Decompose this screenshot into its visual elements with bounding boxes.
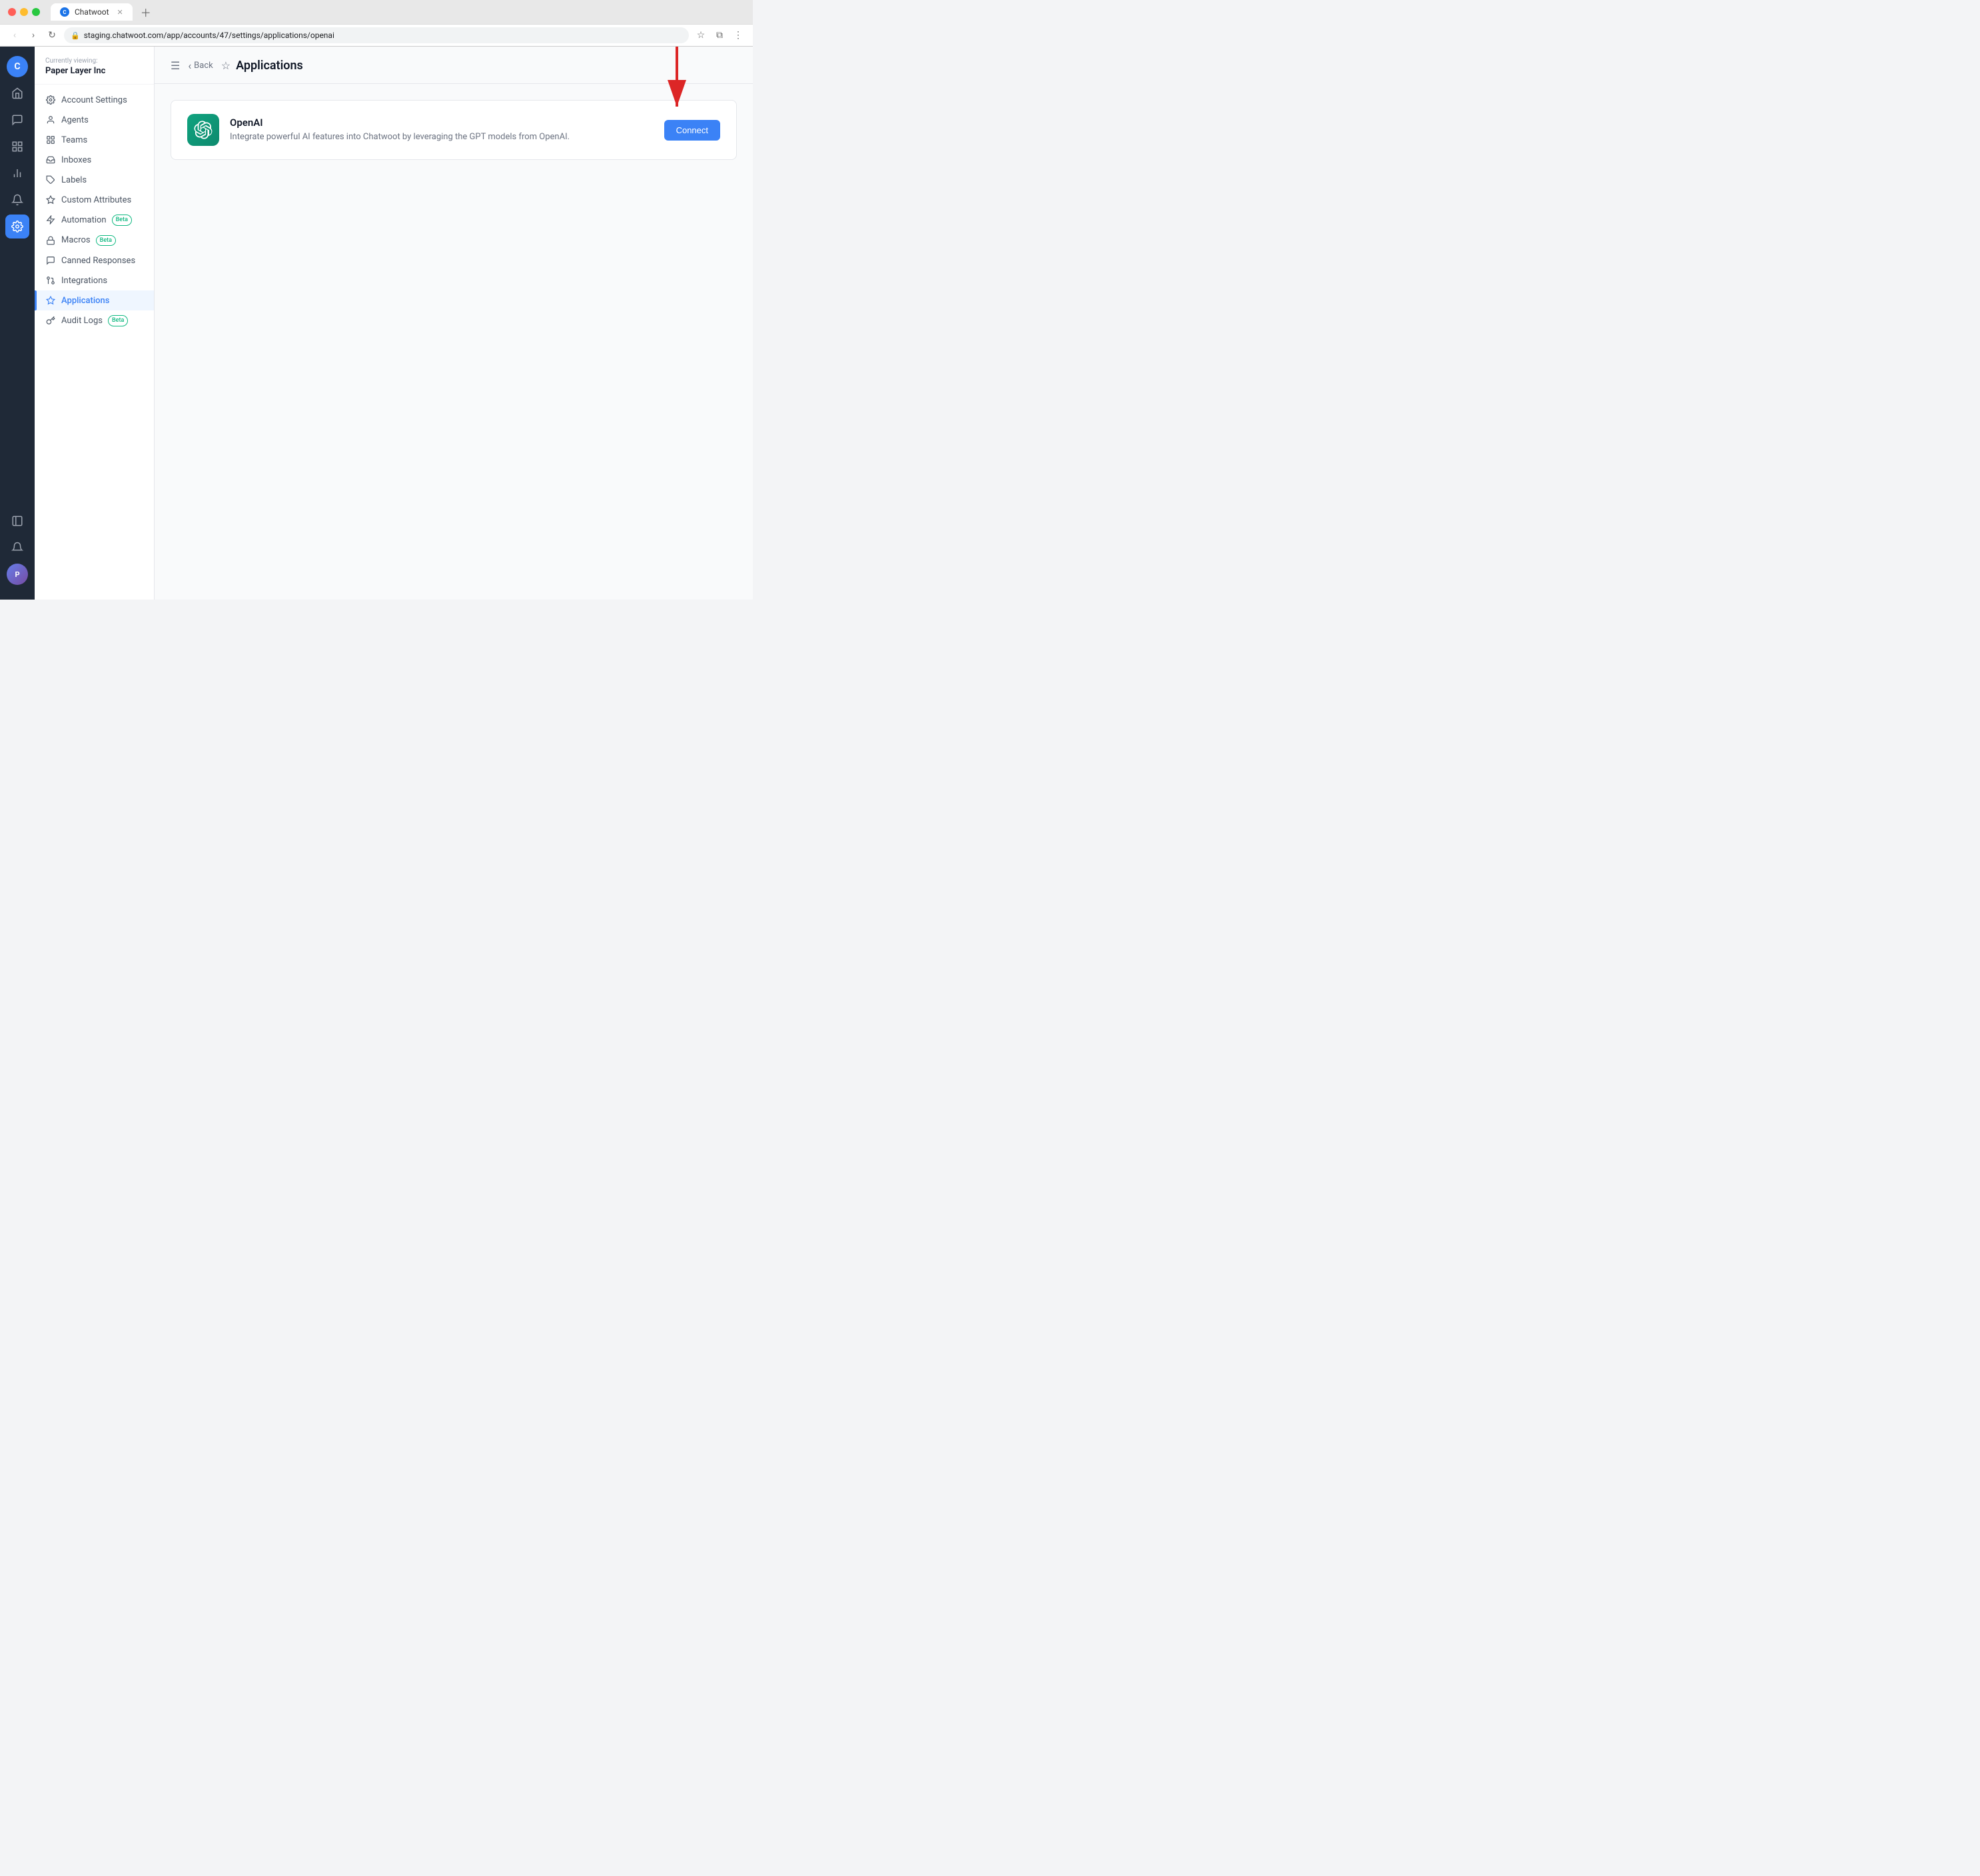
audit-logs-icon: [45, 315, 56, 326]
nav-item-account-settings[interactable]: Account Settings: [35, 90, 154, 110]
forward-nav-button[interactable]: ›: [27, 29, 40, 42]
nav-label-labels: Labels: [61, 175, 87, 185]
labels-icon: [45, 175, 56, 185]
sidebar-icon-reports[interactable]: [5, 161, 29, 185]
inboxes-icon: [45, 155, 56, 165]
icon-sidebar: C: [0, 47, 35, 600]
minimize-button[interactable]: [20, 8, 28, 16]
nav-label-integrations: Integrations: [61, 276, 107, 286]
app-name: OpenAI: [230, 117, 654, 129]
address-bar[interactable]: 🔒 staging.chatwoot.com/app/accounts/47/s…: [64, 27, 689, 43]
agents-icon: [45, 115, 56, 125]
tab-favicon: C: [60, 7, 69, 17]
page-header: ☰ ‹ Back ☆ Applications: [155, 47, 753, 84]
nav-label-macros: Macros: [61, 235, 91, 245]
back-label: Back: [194, 61, 213, 71]
content-area: OpenAI Integrate powerful AI features in…: [155, 84, 753, 176]
app-layout: C: [0, 47, 753, 600]
nav-item-labels[interactable]: Labels: [35, 170, 154, 190]
custom-attributes-icon: [45, 195, 56, 205]
macros-badge: Beta: [96, 235, 116, 246]
sidebar-icon-logo: C: [5, 55, 29, 79]
openai-app-card: OpenAI Integrate powerful AI features in…: [171, 100, 737, 160]
macros-icon: [45, 235, 56, 246]
sidebar-icon-notifications[interactable]: [5, 188, 29, 212]
sidebar-icon-bell[interactable]: [5, 536, 29, 560]
app-info: OpenAI Integrate powerful AI features in…: [230, 117, 654, 143]
nav-item-custom-attributes[interactable]: Custom Attributes: [35, 190, 154, 210]
app-card-wrapper: OpenAI Integrate powerful AI features in…: [171, 100, 737, 160]
url-text: staging.chatwoot.com/app/accounts/47/set…: [84, 31, 334, 40]
user-avatar: P: [7, 564, 28, 585]
account-settings-icon: [45, 95, 56, 105]
app-description: Integrate powerful AI features into Chat…: [230, 131, 654, 143]
bookmark-star-icon[interactable]: ☆: [221, 59, 231, 72]
menu-toggle-icon[interactable]: ☰: [171, 59, 180, 72]
org-name: Paper Layer Inc: [45, 66, 143, 76]
nav-item-teams[interactable]: Teams: [35, 130, 154, 150]
bookmarks-icon[interactable]: ☆: [694, 29, 708, 42]
nav-item-inboxes[interactable]: Inboxes: [35, 150, 154, 170]
nav-item-automation[interactable]: Automation Beta: [35, 210, 154, 231]
page-title: Applications: [236, 59, 303, 73]
back-chevron-icon: ‹: [188, 59, 191, 72]
automation-icon: [45, 215, 56, 225]
left-nav: Currently viewing: Paper Layer Inc Accou…: [35, 47, 155, 600]
nav-item-canned-responses[interactable]: Canned Responses: [35, 250, 154, 270]
browser-tab[interactable]: C Chatwoot ✕: [51, 3, 133, 21]
nav-item-applications[interactable]: Applications: [35, 290, 154, 310]
back-link[interactable]: ‹ Back: [188, 59, 213, 72]
lock-icon: 🔒: [71, 31, 80, 40]
applications-icon: [45, 295, 56, 306]
back-nav-button[interactable]: ‹: [8, 29, 21, 42]
left-nav-header: Currently viewing: Paper Layer Inc: [35, 47, 154, 85]
maximize-button[interactable]: [32, 8, 40, 16]
new-tab-icon[interactable]: ＋: [141, 4, 151, 20]
currently-viewing-label: Currently viewing:: [45, 57, 143, 65]
nav-item-integrations[interactable]: Integrations: [35, 270, 154, 290]
sidebar-icon-expand[interactable]: [5, 509, 29, 533]
canned-responses-icon: [45, 255, 56, 266]
page-title-area: ☆ Applications: [221, 59, 303, 73]
sidebar-icon-avatar[interactable]: P: [5, 562, 29, 586]
teams-icon: [45, 135, 56, 145]
tab-title: Chatwoot: [75, 7, 109, 17]
nav-label-applications: Applications: [61, 296, 110, 306]
reload-button[interactable]: ↻: [45, 29, 59, 42]
audit-logs-badge: Beta: [108, 315, 128, 326]
nav-item-audit-logs[interactable]: Audit Logs Beta: [35, 310, 154, 331]
nav-label-teams: Teams: [61, 135, 87, 145]
nav-label-custom-attributes: Custom Attributes: [61, 195, 131, 205]
close-tab-icon[interactable]: ✕: [117, 8, 123, 17]
extensions-icon[interactable]: ⧉: [713, 29, 726, 42]
sidebar-icon-home[interactable]: [5, 81, 29, 105]
nav-label-account-settings: Account Settings: [61, 95, 127, 105]
connect-button[interactable]: Connect: [664, 120, 720, 141]
browser-chrome: C Chatwoot ✕ ＋ ‹ › ↻ 🔒 staging.chatwoot.…: [0, 0, 753, 47]
nav-label-agents: Agents: [61, 115, 89, 125]
main-content: ☰ ‹ Back ☆ Applications: [155, 47, 753, 600]
menu-icon[interactable]: ⋮: [732, 29, 745, 42]
sidebar-icon-messages[interactable]: [5, 108, 29, 132]
close-button[interactable]: [8, 8, 16, 16]
nav-item-agents[interactable]: Agents: [35, 110, 154, 130]
nav-label-canned-responses: Canned Responses: [61, 256, 135, 266]
integrations-icon: [45, 275, 56, 286]
automation-badge: Beta: [112, 215, 132, 226]
nav-item-macros[interactable]: Macros Beta: [35, 231, 154, 251]
openai-app-icon: [187, 114, 219, 146]
sidebar-icon-settings[interactable]: [5, 215, 29, 238]
nav-label-audit-logs: Audit Logs: [61, 316, 103, 326]
nav-label-inboxes: Inboxes: [61, 155, 91, 165]
nav-menu: Account Settings Agents Teams Inboxes: [35, 85, 154, 336]
sidebar-icon-contacts[interactable]: [5, 135, 29, 159]
traffic-lights: [8, 8, 40, 16]
nav-label-automation: Automation: [61, 215, 107, 225]
